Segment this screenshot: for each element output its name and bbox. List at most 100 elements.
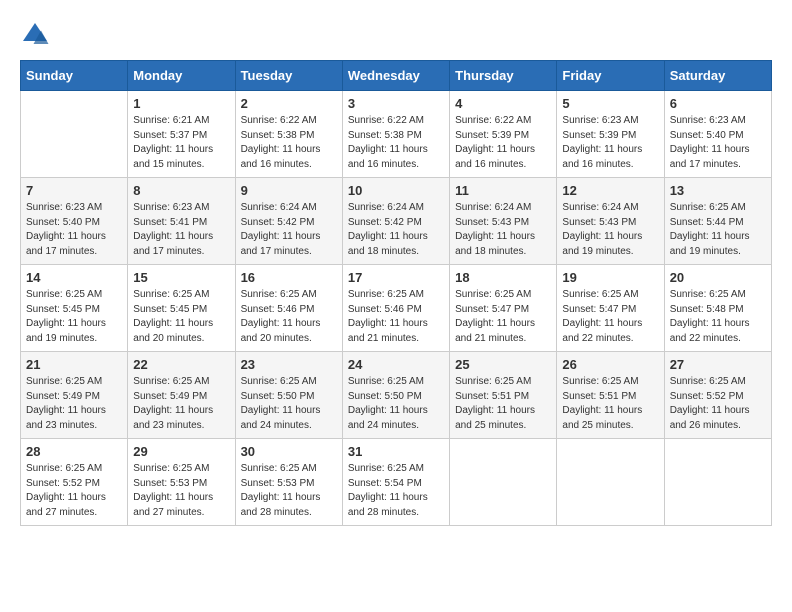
day-detail: Sunrise: 6:25 AM Sunset: 5:48 PM Dayligh… (670, 288, 766, 346)
day-detail: Sunrise: 6:23 AM Sunset: 5:39 PM Dayligh… (562, 114, 658, 172)
calendar-cell (450, 439, 557, 526)
calendar-week-2: 7Sunrise: 6:23 AM Sunset: 5:40 PM Daylig… (21, 178, 772, 265)
day-number: 15 (133, 270, 229, 285)
calendar-cell: 16 Sunrise: 6:25 AM Sunset: 5:46 PM Dayli… (235, 265, 342, 352)
calendar-table: SundayMondayTuesdayWednesdayThursdayFrid… (20, 60, 772, 526)
day-number: 18 (455, 270, 551, 285)
calendar-cell: 26 Sunrise: 6:25 AM Sunset: 5:51 PM Dayli… (557, 352, 664, 439)
calendar-cell: 24Sunrise: 6:25 AM Sunset: 5:50 PM Dayli… (342, 352, 449, 439)
day-number: 1 (133, 96, 229, 111)
day-number: 4 (455, 96, 551, 111)
calendar-cell: 19 Sunrise: 6:25 AM Sunset: 5:47 PM Dayli… (557, 265, 664, 352)
day-number: 25 (455, 357, 551, 372)
calendar-cell: 9 Sunrise: 6:24 AM Sunset: 5:42 PM Daylig… (235, 178, 342, 265)
calendar-cell: 22 Sunrise: 6:25 AM Sunset: 5:49 PM Dayli… (128, 352, 235, 439)
calendar-cell: 4 Sunrise: 6:22 AM Sunset: 5:39 PM Daylig… (450, 91, 557, 178)
day-number: 30 (241, 444, 337, 459)
day-detail: Sunrise: 6:25 AM Sunset: 5:45 PM Dayligh… (133, 288, 229, 346)
day-detail: Sunrise: 6:25 AM Sunset: 5:47 PM Dayligh… (455, 288, 551, 346)
calendar-cell: 30 Sunrise: 6:25 AM Sunset: 5:53 PM Dayli… (235, 439, 342, 526)
calendar-cell: 27Sunrise: 6:25 AM Sunset: 5:52 PM Dayli… (664, 352, 771, 439)
col-header-thursday: Thursday (450, 61, 557, 91)
calendar-week-1: 1 Sunrise: 6:21 AM Sunset: 5:37 PM Daylig… (21, 91, 772, 178)
day-number: 2 (241, 96, 337, 111)
day-detail: Sunrise: 6:22 AM Sunset: 5:38 PM Dayligh… (348, 114, 444, 172)
page-header (20, 20, 772, 50)
day-detail: Sunrise: 6:25 AM Sunset: 5:50 PM Dayligh… (348, 375, 444, 433)
day-detail: Sunrise: 6:21 AM Sunset: 5:37 PM Dayligh… (133, 114, 229, 172)
calendar-cell: 7Sunrise: 6:23 AM Sunset: 5:40 PM Daylig… (21, 178, 128, 265)
col-header-tuesday: Tuesday (235, 61, 342, 91)
calendar-cell: 6Sunrise: 6:23 AM Sunset: 5:40 PM Daylig… (664, 91, 771, 178)
calendar-cell: 2 Sunrise: 6:22 AM Sunset: 5:38 PM Daylig… (235, 91, 342, 178)
day-detail: Sunrise: 6:25 AM Sunset: 5:49 PM Dayligh… (133, 375, 229, 433)
day-detail: Sunrise: 6:25 AM Sunset: 5:46 PM Dayligh… (241, 288, 337, 346)
day-detail: Sunrise: 6:24 AM Sunset: 5:43 PM Dayligh… (455, 201, 551, 259)
calendar-cell: 13Sunrise: 6:25 AM Sunset: 5:44 PM Dayli… (664, 178, 771, 265)
day-detail: Sunrise: 6:25 AM Sunset: 5:47 PM Dayligh… (562, 288, 658, 346)
day-number: 20 (670, 270, 766, 285)
day-detail: Sunrise: 6:22 AM Sunset: 5:39 PM Dayligh… (455, 114, 551, 172)
day-number: 8 (133, 183, 229, 198)
calendar-week-3: 14Sunrise: 6:25 AM Sunset: 5:45 PM Dayli… (21, 265, 772, 352)
day-number: 5 (562, 96, 658, 111)
day-detail: Sunrise: 6:25 AM Sunset: 5:52 PM Dayligh… (670, 375, 766, 433)
day-number: 9 (241, 183, 337, 198)
calendar-cell (557, 439, 664, 526)
calendar-cell: 25 Sunrise: 6:25 AM Sunset: 5:51 PM Dayli… (450, 352, 557, 439)
logo-icon (20, 20, 50, 50)
calendar-cell: 5 Sunrise: 6:23 AM Sunset: 5:39 PM Daylig… (557, 91, 664, 178)
calendar-cell: 31 Sunrise: 6:25 AM Sunset: 5:54 PM Dayli… (342, 439, 449, 526)
calendar-cell: 28 Sunrise: 6:25 AM Sunset: 5:52 PM Dayli… (21, 439, 128, 526)
day-number: 26 (562, 357, 658, 372)
calendar-cell: 23Sunrise: 6:25 AM Sunset: 5:50 PM Dayli… (235, 352, 342, 439)
col-header-saturday: Saturday (664, 61, 771, 91)
day-number: 29 (133, 444, 229, 459)
calendar-cell: 10 Sunrise: 6:24 AM Sunset: 5:42 PM Dayli… (342, 178, 449, 265)
day-number: 11 (455, 183, 551, 198)
calendar-cell: 14Sunrise: 6:25 AM Sunset: 5:45 PM Dayli… (21, 265, 128, 352)
calendar-cell: 12 Sunrise: 6:24 AM Sunset: 5:43 PM Dayli… (557, 178, 664, 265)
day-number: 16 (241, 270, 337, 285)
day-number: 3 (348, 96, 444, 111)
calendar-cell: 11 Sunrise: 6:24 AM Sunset: 5:43 PM Dayli… (450, 178, 557, 265)
calendar-cell (21, 91, 128, 178)
day-detail: Sunrise: 6:25 AM Sunset: 5:53 PM Dayligh… (133, 462, 229, 520)
day-detail: Sunrise: 6:23 AM Sunset: 5:40 PM Dayligh… (670, 114, 766, 172)
day-detail: Sunrise: 6:23 AM Sunset: 5:41 PM Dayligh… (133, 201, 229, 259)
day-detail: Sunrise: 6:25 AM Sunset: 5:54 PM Dayligh… (348, 462, 444, 520)
day-detail: Sunrise: 6:25 AM Sunset: 5:46 PM Dayligh… (348, 288, 444, 346)
day-detail: Sunrise: 6:25 AM Sunset: 5:49 PM Dayligh… (26, 375, 122, 433)
day-number: 31 (348, 444, 444, 459)
calendar-cell: 1 Sunrise: 6:21 AM Sunset: 5:37 PM Daylig… (128, 91, 235, 178)
day-number: 13 (670, 183, 766, 198)
day-number: 19 (562, 270, 658, 285)
day-detail: Sunrise: 6:25 AM Sunset: 5:52 PM Dayligh… (26, 462, 122, 520)
day-detail: Sunrise: 6:25 AM Sunset: 5:51 PM Dayligh… (562, 375, 658, 433)
col-header-monday: Monday (128, 61, 235, 91)
col-header-sunday: Sunday (21, 61, 128, 91)
day-detail: Sunrise: 6:25 AM Sunset: 5:45 PM Dayligh… (26, 288, 122, 346)
day-detail: Sunrise: 6:24 AM Sunset: 5:43 PM Dayligh… (562, 201, 658, 259)
calendar-cell (664, 439, 771, 526)
day-number: 28 (26, 444, 122, 459)
day-detail: Sunrise: 6:25 AM Sunset: 5:53 PM Dayligh… (241, 462, 337, 520)
day-detail: Sunrise: 6:23 AM Sunset: 5:40 PM Dayligh… (26, 201, 122, 259)
calendar-week-4: 21 Sunrise: 6:25 AM Sunset: 5:49 PM Dayli… (21, 352, 772, 439)
day-detail: Sunrise: 6:22 AM Sunset: 5:38 PM Dayligh… (241, 114, 337, 172)
day-number: 10 (348, 183, 444, 198)
calendar-cell: 18 Sunrise: 6:25 AM Sunset: 5:47 PM Dayli… (450, 265, 557, 352)
calendar-cell: 8 Sunrise: 6:23 AM Sunset: 5:41 PM Daylig… (128, 178, 235, 265)
day-detail: Sunrise: 6:24 AM Sunset: 5:42 PM Dayligh… (241, 201, 337, 259)
day-detail: Sunrise: 6:25 AM Sunset: 5:51 PM Dayligh… (455, 375, 551, 433)
day-number: 12 (562, 183, 658, 198)
day-detail: Sunrise: 6:24 AM Sunset: 5:42 PM Dayligh… (348, 201, 444, 259)
day-number: 22 (133, 357, 229, 372)
day-number: 23 (241, 357, 337, 372)
logo (20, 20, 54, 50)
col-header-friday: Friday (557, 61, 664, 91)
calendar-cell: 3 Sunrise: 6:22 AM Sunset: 5:38 PM Daylig… (342, 91, 449, 178)
calendar-cell: 17Sunrise: 6:25 AM Sunset: 5:46 PM Dayli… (342, 265, 449, 352)
calendar-cell: 15 Sunrise: 6:25 AM Sunset: 5:45 PM Dayli… (128, 265, 235, 352)
day-number: 21 (26, 357, 122, 372)
